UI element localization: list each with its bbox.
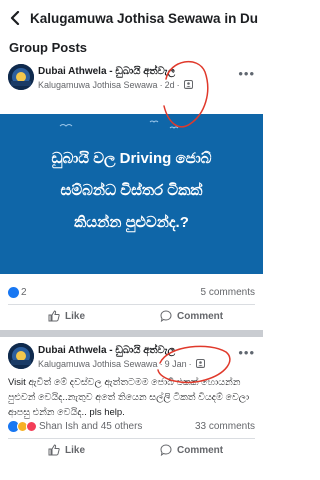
post-meta: Kalugamuwa Jothisa Sewawa · 2d · bbox=[38, 80, 193, 90]
reactions-text: Shan Ish and 45 others bbox=[39, 421, 143, 432]
post-meta: Kalugamuwa Jothisa Sewawa · 9 Jan · bbox=[38, 359, 205, 369]
reactions-summary[interactable]: 2 bbox=[8, 287, 27, 298]
post-stats: Shan Ish and 45 others 33 comments bbox=[0, 419, 263, 437]
thumbs-up-icon bbox=[48, 310, 60, 322]
image-text-line: ඩුබායි වල Driving ජොබ් bbox=[51, 150, 212, 167]
comment-bubble-icon bbox=[160, 444, 172, 456]
post-actions: Like Comment bbox=[0, 440, 263, 466]
post-card: Dubai Athwela - ඩුබායි අත්වැල Kalugamuwa… bbox=[0, 337, 263, 456]
post-header: Dubai Athwela - ඩුබායි අත්වැල Kalugamuwa… bbox=[0, 58, 263, 98]
post-text: Visit ඇවිත් මේ දවස්වල ඇත්තටමම ජොබ් එකක් … bbox=[8, 377, 250, 418]
back-arrow-icon bbox=[10, 11, 20, 25]
post-actions: Like Comment bbox=[0, 306, 263, 332]
like-label: Like bbox=[65, 444, 86, 456]
comment-button[interactable]: Comment bbox=[160, 310, 223, 322]
more-options-icon[interactable]: ••• bbox=[238, 345, 255, 360]
post-header: Dubai Athwela - ඩුබායි අත්වැල Kalugamuwa… bbox=[0, 337, 263, 377]
like-label: Like bbox=[65, 310, 86, 322]
members-audience-icon bbox=[183, 80, 193, 89]
section-title: Group Posts bbox=[9, 40, 88, 55]
post-time[interactable]: 9 Jan bbox=[165, 359, 187, 369]
comments-count[interactable]: 33 comments bbox=[195, 421, 255, 432]
post-author[interactable]: Dubai Athwela - ඩුබායි අත්වැල bbox=[38, 66, 175, 77]
comment-label: Comment bbox=[177, 310, 224, 322]
avatar-image-icon bbox=[8, 64, 34, 90]
divider bbox=[8, 304, 255, 305]
post-author[interactable]: Dubai Athwela - ඩුබායි අත්වැල bbox=[38, 345, 175, 356]
post-separator bbox=[0, 330, 263, 337]
thumbs-up-icon bbox=[48, 444, 60, 456]
like-button[interactable]: Like bbox=[48, 444, 85, 456]
love-reaction-icon bbox=[26, 421, 37, 432]
post-card: Dubai Athwela - ඩුබායි අත්වැල Kalugamuwa… bbox=[0, 58, 263, 322]
post-image[interactable]: ඩුබායි වල Driving ජොබ් සම්බන්ධ විස්තර ටි… bbox=[0, 114, 263, 274]
like-button[interactable]: Like bbox=[48, 310, 85, 322]
top-bar: Kalugamuwa Jothisa Sewawa in Dubai... bbox=[0, 0, 263, 36]
birds-decoration-icon bbox=[59, 120, 179, 129]
group-name[interactable]: Kalugamuwa Jothisa Sewawa bbox=[38, 80, 158, 90]
comment-bubble-icon bbox=[160, 310, 172, 322]
divider bbox=[8, 438, 255, 439]
more-options-icon[interactable]: ••• bbox=[238, 66, 255, 81]
reactions-count: 2 bbox=[21, 287, 27, 298]
reactions-summary[interactable]: Shan Ish and 45 others bbox=[8, 421, 142, 432]
comments-count[interactable]: 5 comments bbox=[201, 287, 255, 298]
comment-button[interactable]: Comment bbox=[160, 444, 223, 456]
image-text-line: සම්බන්ධ විස්තර ටිකක් bbox=[60, 182, 203, 199]
image-text-line: කියන්න පුළුවන්ද.? bbox=[74, 214, 189, 231]
group-avatar[interactable] bbox=[8, 64, 34, 90]
group-name[interactable]: Kalugamuwa Jothisa Sewawa bbox=[38, 359, 158, 369]
page-title: Kalugamuwa Jothisa Sewawa in Dubai... bbox=[30, 10, 258, 26]
back-button[interactable] bbox=[0, 0, 30, 36]
group-avatar[interactable] bbox=[8, 343, 34, 369]
like-reaction-icon bbox=[8, 287, 19, 298]
comment-label: Comment bbox=[177, 444, 224, 456]
members-audience-icon bbox=[195, 359, 205, 368]
post-time[interactable]: 2d bbox=[165, 80, 175, 90]
post-stats: 2 5 comments bbox=[0, 285, 263, 303]
avatar-image-icon bbox=[8, 343, 34, 369]
